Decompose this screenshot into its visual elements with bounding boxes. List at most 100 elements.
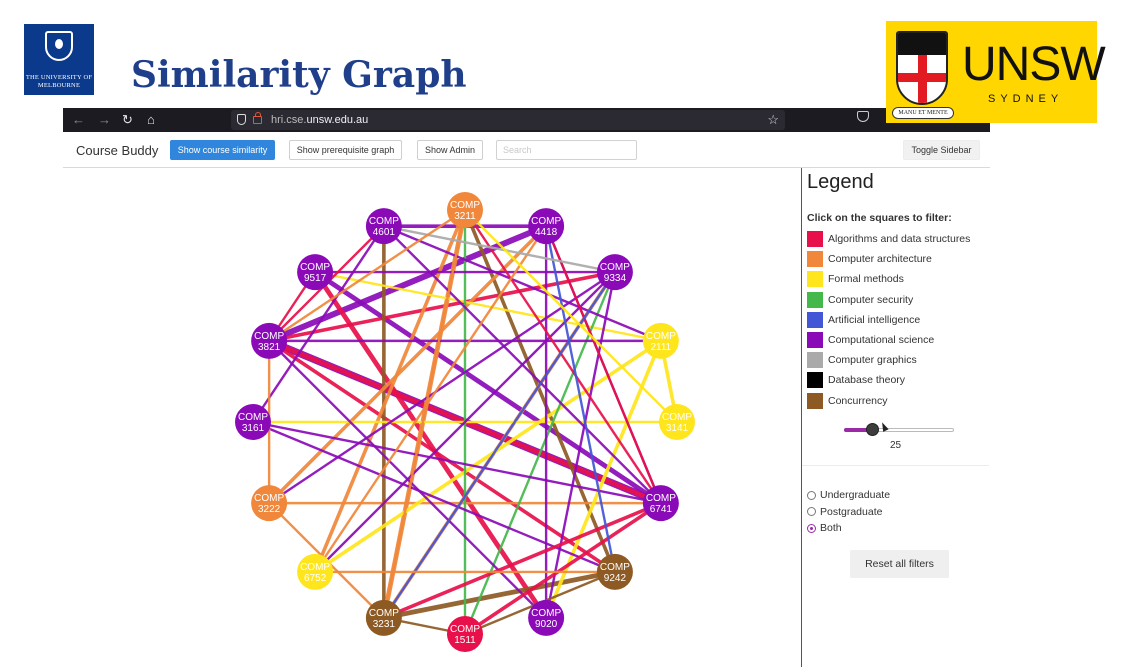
graph-node-comp-3141[interactable]: COMP3141 [659,404,695,440]
radio-label: Both [820,522,842,535]
graph-node-prefix: COMP [300,562,330,573]
graph-node-number: 9020 [535,619,558,630]
url-text[interactable]: hri.cse.unsw.edu.au [271,113,368,127]
legend-item-concurrency[interactable]: Concurrency [807,391,970,411]
lock-icon[interactable] [253,112,262,124]
radio-undergraduate[interactable]: Undergraduate [807,487,890,504]
unsw-logo: MANU ET MENTE UNSW SYDNEY [886,21,1106,123]
legend-swatch[interactable] [807,291,823,308]
legend-item-label: Computer security [828,293,914,306]
legend-swatch[interactable] [807,231,823,248]
legend-swatch[interactable] [807,271,823,288]
university-of-melbourne-logo: THE UNIVERSITY OF MELBOURNE [24,24,94,95]
graph-node-comp-9242[interactable]: COMP9242 [596,553,633,590]
home-icon[interactable]: ⌂ [147,112,155,128]
radio-label: Postgraduate [820,505,883,518]
unsw-sub-wordmark: SYDNEY [988,93,1064,105]
graph-node-prefix: COMP [646,331,676,342]
legend-item-algorithms[interactable]: Algorithms and data structures [807,229,970,249]
back-icon[interactable]: ← [72,112,85,128]
unsw-motto: MANU ET MENTE [892,107,954,119]
graph-node-comp-1511[interactable]: COMP1511 [447,616,483,652]
graph-node-comp-4601[interactable]: COMP4601 [365,208,402,245]
search-input[interactable] [496,140,637,160]
legend-swatch[interactable] [807,352,823,369]
similarity-graph[interactable]: COMP3211 COMP4418COMP9334COMP2111COMP3141… [63,168,801,667]
legend-swatch[interactable] [807,251,823,268]
graph-node-prefix: COMP [600,562,630,573]
graph-node-comp-3222[interactable]: COMP3222 [251,485,288,522]
graph-node-number: 3222 [258,504,281,515]
legend-item-ai[interactable]: Artificial intelligence [807,310,970,330]
slider-thumb[interactable] [865,423,879,436]
forward-icon[interactable]: → [98,112,111,128]
legend-item-formal-methods[interactable]: Formal methods [807,269,970,289]
radio-button[interactable] [807,490,816,500]
graph-node-prefix: COMP [531,216,561,227]
legend-sidebar: Legend Click on the squares to filter: A… [801,168,990,667]
legend-item-label: Database theory [828,374,906,387]
legend-item-database[interactable]: Database theory [807,370,970,390]
graph-node-comp-6741[interactable]: COMP6741 [642,485,679,522]
graph-node-prefix: COMP [450,624,480,635]
legend-swatch[interactable] [807,392,823,409]
legend-swatch[interactable] [807,332,823,349]
legend-title: Legend [807,171,874,193]
graph-node-prefix: COMP [238,412,268,423]
radio-button[interactable] [807,507,816,517]
radio-button[interactable] [807,523,816,533]
legend-item-security[interactable]: Computer security [807,290,970,310]
unsw-shield-icon [896,31,948,105]
legend-item-label: Formal methods [828,273,904,286]
legend-item-label: Computational science [828,334,935,347]
legend-item-label: Concurrency [828,394,888,407]
graph-node-prefix: COMP [531,608,561,619]
graph-node-comp-9334[interactable]: COMP9334 [596,254,633,291]
radio-both[interactable]: Both [807,520,890,537]
unsw-wordmark: UNSW [962,38,1106,91]
show-course-similarity-button[interactable]: Show course similarity [170,140,275,160]
graph-node-comp-3821[interactable]: COMP3821 [251,322,288,359]
graph-node-comp-9020[interactable]: COMP9020 [528,599,565,636]
graph-node-comp-9517[interactable]: COMP9517 [297,254,334,291]
brand-title[interactable]: Course Buddy [76,143,158,158]
graph-node-prefix: COMP [254,331,284,342]
graph-edge [382,224,617,274]
graph-node-comp-3231[interactable]: COMP3231 [365,599,402,636]
legend-swatch[interactable] [807,372,823,389]
sidebar-divider [802,465,989,466]
graph-node-comp-6752[interactable]: COMP6752 [297,553,334,590]
graph-node-number: 9517 [304,273,327,284]
melbourne-logo-line2: MELBOURNE [37,82,81,89]
graph-node-number: 4418 [535,227,558,238]
radio-postgraduate[interactable]: Postgraduate [807,504,890,521]
star-icon[interactable]: ☆ [767,112,779,128]
graph-node-number: 4601 [373,227,396,238]
legend-item-graphics[interactable]: Computer graphics [807,350,970,370]
show-prerequisite-graph-button[interactable]: Show prerequisite graph [289,140,402,160]
graph-node-number: 9334 [604,273,627,284]
graph-node-number: 1511 [454,635,476,646]
reload-icon[interactable]: ↻ [122,112,133,128]
show-admin-button[interactable]: Show Admin [417,140,483,160]
similarity-threshold-slider[interactable] [844,423,954,436]
graph-node-comp-3161[interactable]: COMP3161 [235,404,271,440]
graph-node-comp-3211[interactable]: COMP3211 [447,192,483,228]
slider-value: 25 [890,440,902,451]
graph-node-comp-4418[interactable]: COMP4418 [528,208,565,245]
legend-item-computational-science[interactable]: Computational science [807,330,970,350]
legend-hint: Click on the squares to filter: [807,212,952,224]
radio-label: Undergraduate [820,489,891,502]
graph-node-comp-2111[interactable]: COMP2111 [642,322,679,359]
pocket-icon[interactable] [857,111,869,122]
graph-node-number: 9242 [604,573,627,584]
slide-title: Similarity Graph [131,54,467,96]
reset-all-filters-button[interactable]: Reset all filters [850,550,949,578]
shield-icon[interactable] [237,114,246,125]
legend-swatch[interactable] [807,311,823,328]
address-bar[interactable]: hri.cse.unsw.edu.au ☆ [231,110,785,130]
legend-item-architecture[interactable]: Computer architecture [807,249,970,269]
graph-node-number: 6741 [650,504,673,515]
toggle-sidebar-button[interactable]: Toggle Sidebar [903,140,980,160]
legend-item-label: Algorithms and data structures [828,233,971,246]
